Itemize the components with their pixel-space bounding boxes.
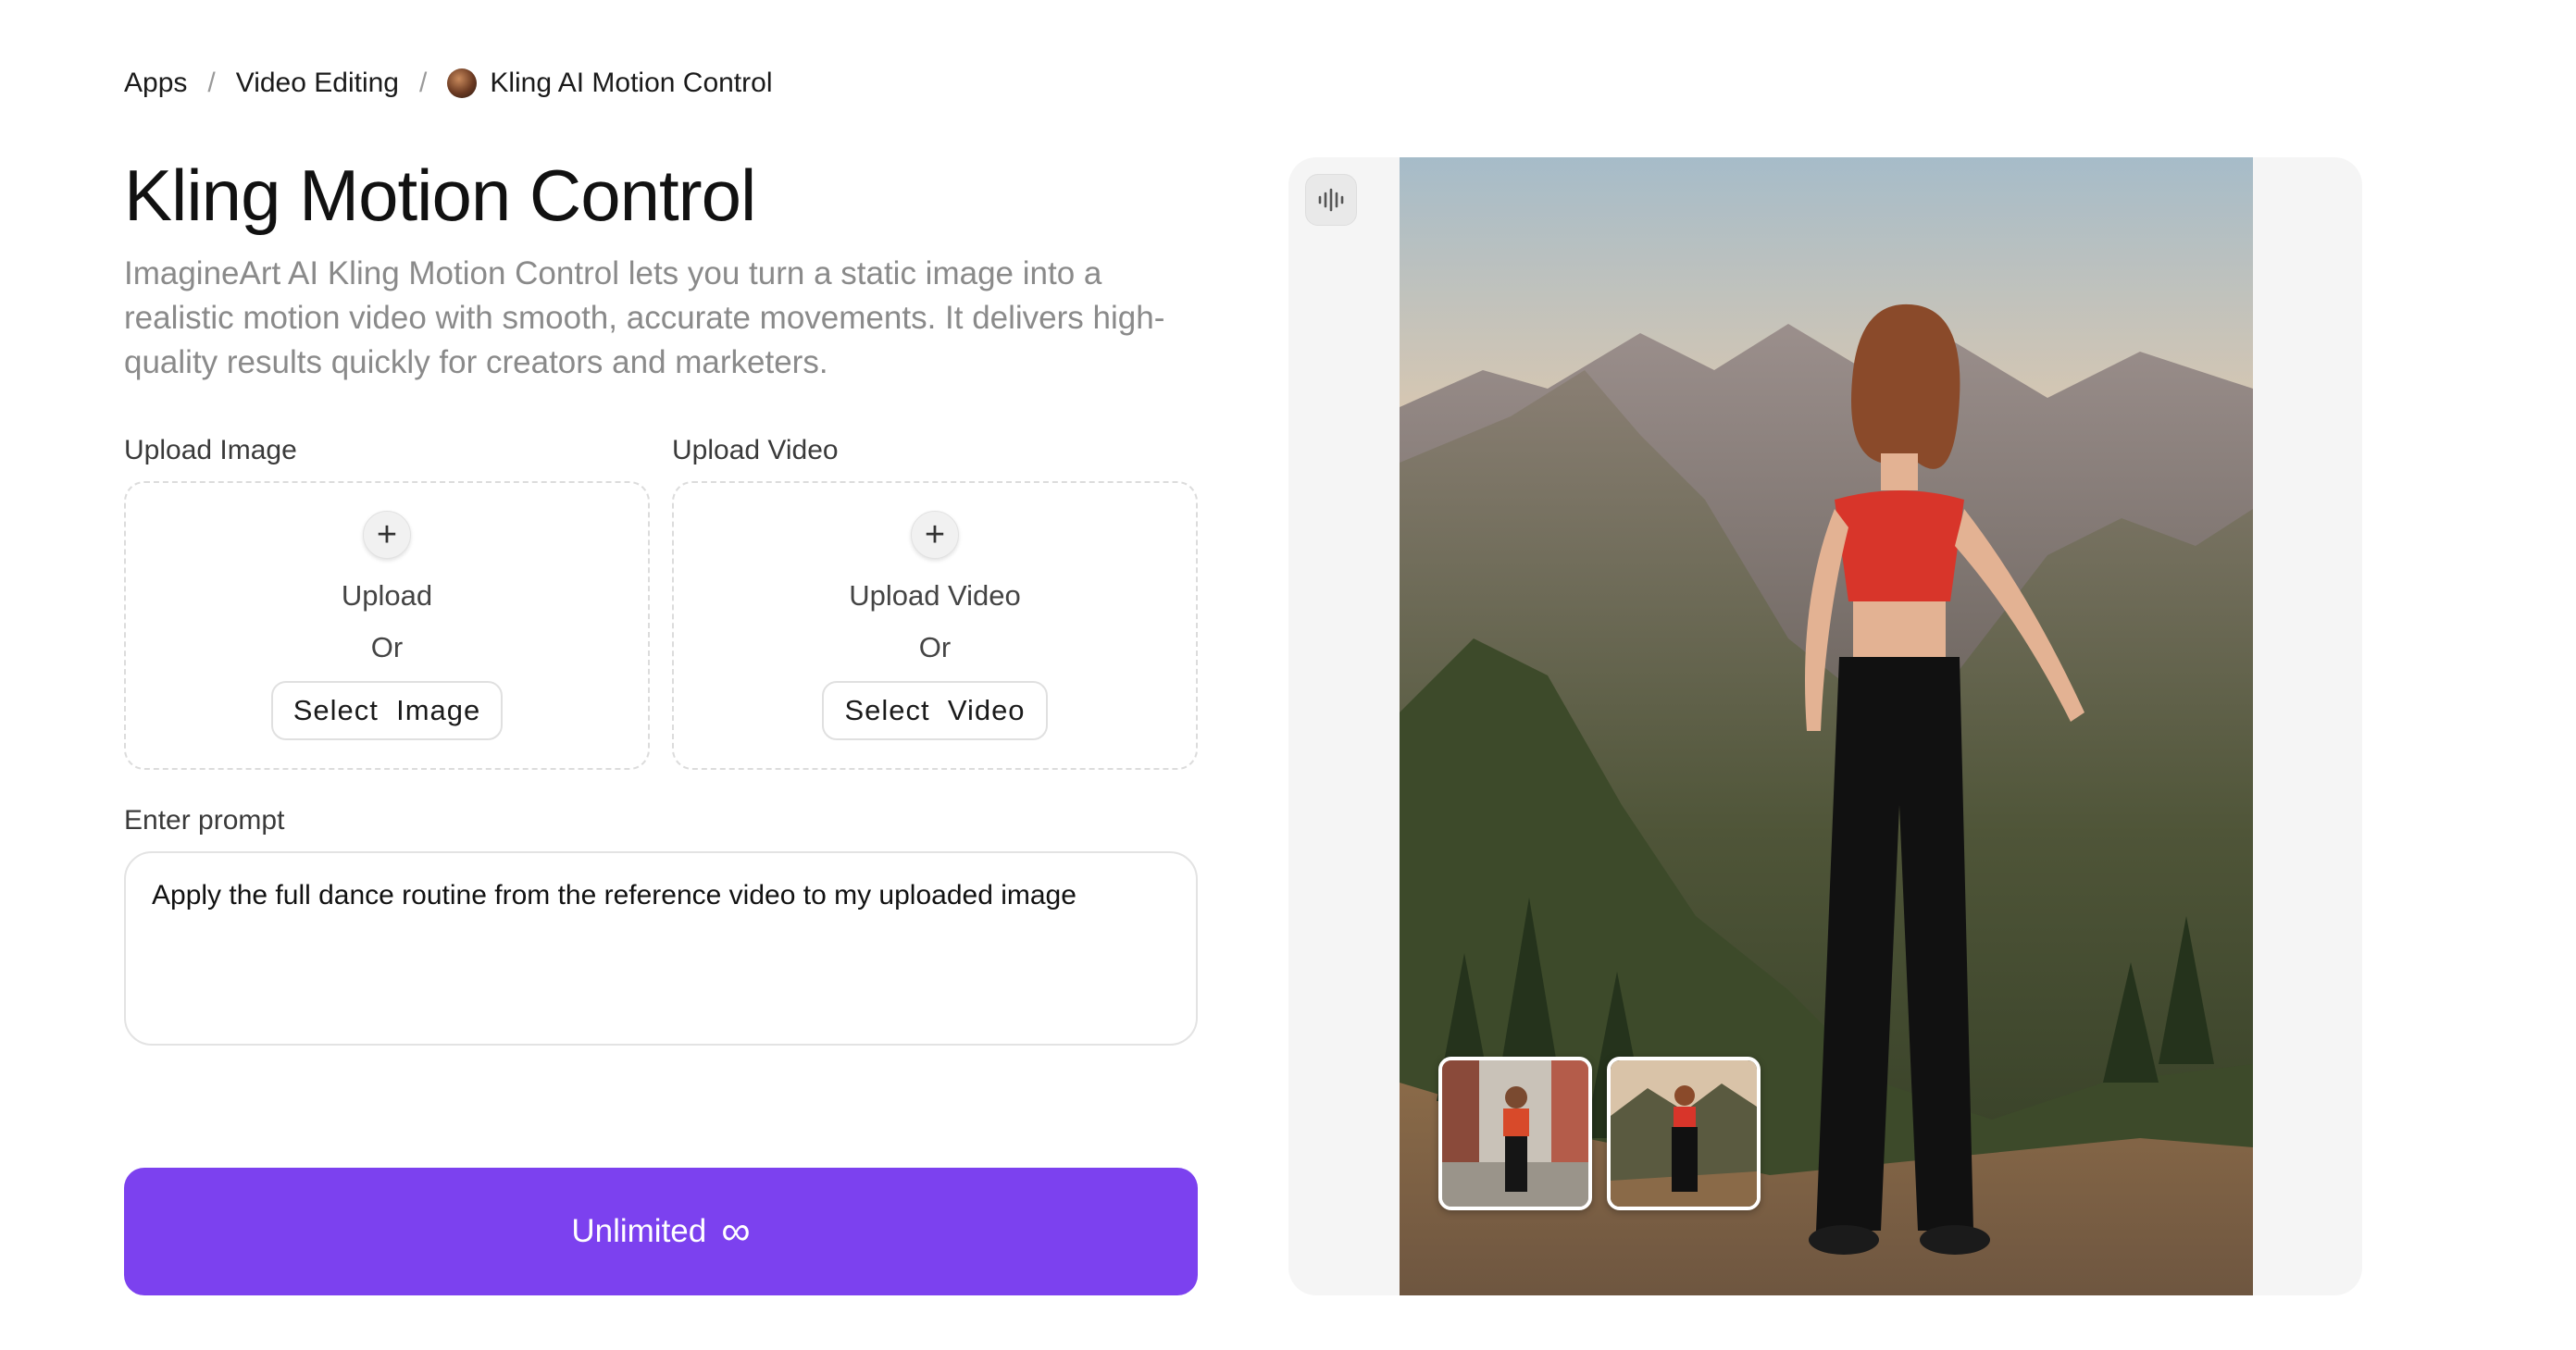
breadcrumb-apps[interactable]: Apps [124, 68, 187, 99]
waveform-glyph [1318, 188, 1344, 212]
page-description: ImagineArt AI Kling Motion Control lets … [124, 255, 1165, 380]
breadcrumb: Apps / Video Editing / Kling AI Motion C… [124, 63, 772, 104]
generated-result-thumbnail[interactable] [1607, 1057, 1761, 1210]
app-avatar-icon [447, 68, 478, 98]
page: Apps / Video Editing / Kling AI Motion C… [0, 0, 2576, 1350]
select-image-button[interactable]: Select Image [270, 681, 504, 740]
breadcrumb-video-editing[interactable]: Video Editing [236, 68, 399, 99]
prompt-label: Enter prompt [124, 805, 285, 836]
breadcrumb-current: Kling AI Motion Control [490, 68, 773, 98]
infinity-icon: ∞ [721, 1208, 751, 1254]
upload-image-or: Or [370, 631, 404, 663]
generate-button[interactable]: Unlimited ∞ [124, 1168, 1198, 1295]
generate-button-label: Unlimited [571, 1213, 707, 1249]
upload-video-dropzone[interactable]: + Upload Video Or Select Video [672, 481, 1198, 770]
page-title: Kling Motion Control [124, 155, 756, 236]
breadcrumb-separator: / [207, 68, 216, 98]
audio-waveform-icon[interactable] [1305, 174, 1357, 226]
upload-image-text: Upload [341, 579, 433, 612]
upload-image-plus-icon[interactable]: + [363, 511, 411, 559]
upload-video-plus-icon[interactable]: + [911, 511, 959, 559]
upload-image-dropzone[interactable]: + Upload Or Select Image [124, 481, 650, 770]
upload-video-or: Or [918, 631, 952, 663]
upload-video-label: Upload Video [672, 435, 839, 465]
upload-video-text: Upload Video [849, 579, 1021, 612]
reference-video-thumbnail[interactable] [1438, 1057, 1592, 1210]
prompt-input[interactable]: Apply the full dance routine from the re… [124, 851, 1198, 1046]
upload-image-label: Upload Image [124, 435, 297, 465]
breadcrumb-separator: / [418, 68, 428, 98]
preview-panel [1288, 157, 2362, 1295]
select-video-button[interactable]: Select Video [822, 681, 1048, 740]
